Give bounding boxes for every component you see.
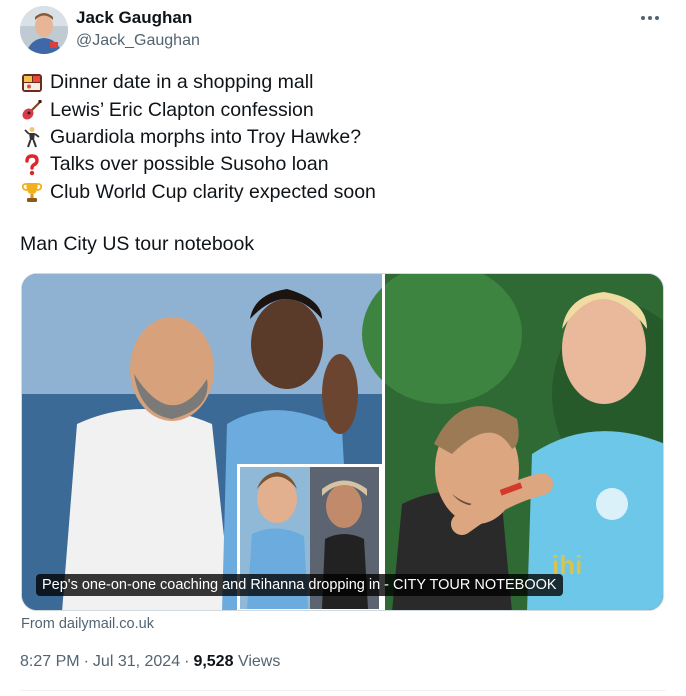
avatar[interactable] [20, 6, 68, 54]
dancer-icon [20, 125, 44, 149]
more-dot-icon [655, 16, 659, 20]
divider [20, 690, 666, 691]
link-card-caption: Pep's one-on-one coaching and Rihanna dr… [36, 574, 563, 596]
tweet-tagline: Man City US tour notebook [20, 233, 255, 255]
views-count: 9,528 [193, 653, 234, 670]
link-card[interactable]: ihi Pep's one-on-one coaching and Rihann… [21, 273, 664, 611]
tweet-time[interactable]: 8:27 PM [20, 653, 80, 670]
question-mark-icon [20, 153, 44, 177]
avatar-image [20, 6, 68, 54]
tweet-line-text: Talks over possible Susoho loan [50, 153, 329, 176]
tweet-line: Dinner date in a shopping mall [20, 69, 660, 96]
tweet-line: Club World Cup clarity expected soon [20, 179, 660, 206]
tweet-text: Dinner date in a shopping mall Lewis’ Er… [20, 69, 660, 206]
tweet-line: Guardiola morphs into Troy Hawke? [20, 124, 660, 151]
guitar-icon [20, 98, 44, 122]
views-label: Views [237, 653, 281, 670]
tweet-line-text: Guardiola morphs into Troy Hawke? [50, 125, 362, 148]
link-card-image: ihi [22, 274, 663, 610]
tweet-line: Lewis’ Eric Clapton confession [20, 96, 660, 123]
meta-separator: · [184, 653, 190, 670]
meta-separator: · [83, 653, 89, 670]
more-dot-icon [648, 16, 652, 20]
author-handle[interactable]: @Jack_Gaughan [76, 32, 200, 50]
link-source[interactable]: From dailymail.co.uk [21, 616, 154, 632]
tweet-line-text: Dinner date in a shopping mall [50, 71, 314, 94]
author-display-name[interactable]: Jack Gaughan [76, 8, 192, 28]
more-dot-icon [641, 16, 645, 20]
trophy-icon [20, 180, 44, 204]
tweet-date[interactable]: Jul 31, 2024 [93, 653, 180, 670]
tweet-meta: 8:27 PM · Jul 31, 2024 · 9,528 Views [20, 653, 280, 671]
bento-box-icon [20, 71, 44, 95]
tweet-line-text: Club World Cup clarity expected soon [50, 180, 376, 203]
more-options-button[interactable] [636, 6, 664, 30]
tweet-line: Talks over possible Susoho loan [20, 151, 660, 178]
tweet-line-text: Lewis’ Eric Clapton confession [50, 98, 314, 121]
tweet: Jack Gaughan @Jack_Gaughan Dinner date i… [0, 0, 686, 696]
